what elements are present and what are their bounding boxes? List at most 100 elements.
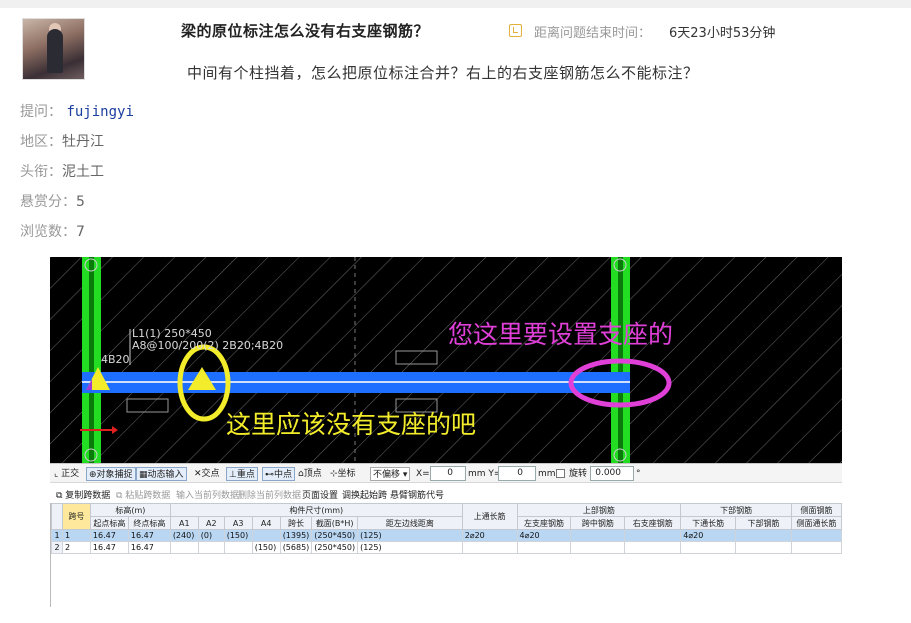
side-rebar-header: 侧面钢筋 [790,503,842,517]
right-support-header[interactable]: 右支座钢筋 [624,516,682,530]
orthogonal-button[interactable]: ⌞ 正交 [54,467,79,481]
x-input[interactable]: 0 [430,466,466,481]
a3-cell[interactable]: (150) [223,529,253,542]
midpoint-button[interactable]: ⊷中点 [262,467,296,481]
table-toolbar: ⧉ 复制跨数据 ⧉ 粘贴跨数据 输入当前列数据 删除当前列数据 页面设置 调换起… [50,485,842,503]
vertex-button[interactable]: ⌂顶点 [298,467,322,481]
member-size-header: 构件尺寸(mm) [169,503,463,517]
delete-column-button[interactable]: 删除当前列数据 [238,488,301,501]
a1-cell[interactable]: (240) [169,529,199,542]
mid-span-cell[interactable] [570,529,626,542]
coordinate-button[interactable]: ⊹坐标 [330,467,356,481]
a2-cell[interactable] [197,541,225,554]
span-length-header[interactable]: 跨长 [279,516,313,530]
region-value: 牡丹江 [62,134,104,150]
copy-span-button[interactable]: ⧉ 复制跨数据 [56,488,110,501]
side-through-header[interactable]: 侧面通长筋 [790,516,842,530]
user-avatar[interactable] [22,18,85,80]
rotate-input[interactable]: 0.000 [590,466,634,481]
corner-header [51,503,63,530]
dist-left-header[interactable]: 距左边线距离 [357,516,463,530]
start-elev-cell[interactable]: 16.47 [89,541,129,554]
input-column-button[interactable]: 输入当前列数据 [176,488,239,501]
top-through-cell[interactable]: 2⌀20 [461,529,518,542]
dist-left-cell[interactable]: (125) [357,541,463,554]
cantilever-code-button[interactable]: 悬臂钢筋代号 [390,488,444,501]
timer-icon [509,24,522,37]
bottom-bar-header[interactable]: 下部钢筋 [735,516,792,530]
meta-views: 浏览数：7 [20,221,85,241]
table-row[interactable]: 1 1 16.47 16.47 (240) (0) (150) (1395) (… [51,529,842,542]
avatar-figure [47,29,63,73]
mid-span-header[interactable]: 跨中钢筋 [570,516,626,530]
start-elev-header[interactable]: 起点标高 [89,516,129,530]
top-through-cell[interactable] [461,541,518,554]
left-support-cell[interactable] [516,541,572,554]
start-elev-cell[interactable]: 16.47 [89,529,129,542]
a4-cell[interactable]: (150) [251,541,281,554]
row-number: 1 [51,529,63,542]
rotate-checkbox[interactable] [556,469,565,478]
right-support-cell[interactable] [624,529,682,542]
side-through-cell[interactable] [790,529,842,542]
dist-left-cell[interactable]: (125) [357,529,463,542]
right-support-cell[interactable] [624,541,682,554]
bottom-bar-cell[interactable] [735,541,792,554]
a4-header[interactable]: A4 [251,516,281,530]
span-length-cell[interactable]: (5685) [279,541,313,554]
rotate-label: 旋转 [569,469,588,479]
bottom-through-header[interactable]: 下通长筋 [680,516,737,530]
y-input[interactable]: 0 [498,466,536,481]
span-no-header[interactable]: 跨号 [61,503,91,530]
end-elev-cell[interactable]: 16.47 [127,541,171,554]
a3-cell[interactable] [223,541,253,554]
question-description: 中间有个柱挡着，怎么把原位标注合并？右上的右支座钢筋怎么不能标注？ [187,64,699,82]
top-bar [0,0,911,8]
asker-link[interactable]: fujingyi [66,104,133,120]
bottom-through-cell[interactable]: 4⌀20 [680,529,737,542]
yellow-annotation: 这里应该没有支座的吧 [226,410,477,439]
left-support-header[interactable]: 左支座钢筋 [516,516,572,530]
title-label: 头衔： [20,164,62,180]
dynamic-input-button[interactable]: ▦动态输入 [136,467,187,481]
left-support-cell[interactable]: 4⌀20 [516,529,572,542]
rebar-label: 4B20 [101,353,130,366]
side-through-cell[interactable] [790,541,842,554]
span-cell[interactable]: 1 [61,529,91,542]
a3-header[interactable]: A3 [223,516,253,530]
a1-cell[interactable] [169,541,199,554]
paste-span-button[interactable]: ⧉ 粘贴跨数据 [116,488,170,501]
table-row[interactable]: 2 2 16.47 16.47 (150) (5685) (250*450) (… [51,541,842,554]
a2-cell[interactable]: (0) [197,529,225,542]
timer-label: 距离问题结束时间： [534,26,652,41]
unit-label: mm [538,469,556,479]
offset-select[interactable]: 不偏移 ▾ [370,467,411,481]
mid-span-cell[interactable] [570,541,626,554]
reward-value: 5 [76,194,85,210]
top-through-header[interactable]: 上通长筋 [461,503,518,530]
bottom-through-cell[interactable] [680,541,737,554]
page-setup-button[interactable]: 页面设置 [302,488,338,501]
span-length-cell[interactable]: (1395) [279,529,313,542]
magenta-annotation: 您这里要设置支座的 [448,320,674,349]
section-cell[interactable]: (250*450) [311,529,359,542]
object-snap-button[interactable]: ⊕对象捕捉 [86,467,136,481]
span-cell[interactable]: 2 [61,541,91,554]
a2-header[interactable]: A2 [197,516,225,530]
views-value: 7 [76,224,85,240]
question-title: 梁的原位标注怎么没有右支座钢筋？ [181,22,430,40]
title-value: 泥土工 [62,164,104,180]
end-elev-header[interactable]: 终点标高 [127,516,171,530]
beam-span-table: 跨号 标高(m) 构件尺寸(mm) 上通长筋 上部钢筋 下部钢筋 侧面钢筋 起点… [50,503,842,607]
perpendicular-button[interactable]: ⊥重点 [226,467,258,481]
top-rebar-header: 上部钢筋 [516,503,682,517]
bottom-bar-cell[interactable] [735,529,792,542]
intersection-button[interactable]: ✕交点 [194,467,220,481]
section-cell[interactable]: (250*450) [311,541,359,554]
section-header[interactable]: 截面(B*H) [311,516,359,530]
end-elev-cell[interactable]: 16.47 [127,529,171,542]
a1-header[interactable]: A1 [169,516,199,530]
swap-span-button[interactable]: 调换起始跨 [342,488,387,501]
meta-asker: 提问： fujingyi [20,101,134,121]
a4-cell[interactable] [251,529,281,542]
